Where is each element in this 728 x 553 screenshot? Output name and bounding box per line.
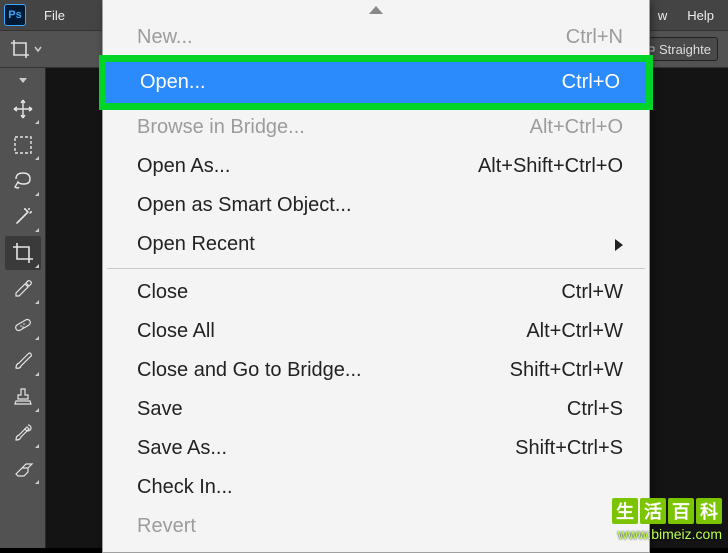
marquee-icon <box>13 135 33 155</box>
watermark-chars: 生 活 百 科 <box>612 498 722 524</box>
eraser-icon <box>12 458 34 480</box>
menu-item-close[interactable]: Close Ctrl+W <box>103 273 649 312</box>
healing-brush-tool[interactable] <box>5 308 41 342</box>
menu-item-close-all[interactable]: Close All Alt+Ctrl+W <box>103 312 649 351</box>
flyout-indicator-icon <box>35 444 39 448</box>
magic-wand-icon <box>12 206 34 228</box>
menu-shortcut: Alt+Ctrl+W <box>526 317 623 346</box>
menu-shortcut: Ctrl+W <box>561 278 623 307</box>
menu-item-open[interactable]: Open... Ctrl+O <box>106 62 646 103</box>
flyout-indicator-icon <box>35 228 39 232</box>
flyout-indicator-icon <box>35 336 39 340</box>
menu-label: New... <box>137 23 193 52</box>
brush-icon <box>12 350 34 372</box>
menu-item-new[interactable]: New... Ctrl+N <box>103 18 649 57</box>
menu-label: Open... <box>140 68 206 97</box>
menu-item-save-as[interactable]: Save As... Shift+Ctrl+S <box>103 429 649 468</box>
menu-label: Revert <box>137 512 196 541</box>
tools-panel <box>0 68 46 548</box>
menu-item-browse-bridge[interactable]: Browse in Bridge... Alt+Ctrl+O <box>103 108 649 147</box>
flyout-indicator-icon <box>35 372 39 376</box>
menu-shortcut: Alt+Shift+Ctrl+O <box>478 152 623 181</box>
app-logo: Ps <box>4 4 26 26</box>
menu-label: Browse in Bridge... <box>137 113 305 142</box>
menu-label: Open Recent <box>137 230 255 259</box>
menu-shortcut: Shift+Ctrl+W <box>510 356 623 385</box>
flyout-indicator-icon <box>35 264 39 268</box>
menu-label: Close <box>137 278 188 307</box>
menu-item-check-in[interactable]: Check In... <box>103 468 649 507</box>
menu-label: Open as Smart Object... <box>137 191 352 220</box>
watermark-char: 百 <box>668 498 694 524</box>
toolbar-expand-handle[interactable] <box>16 74 30 86</box>
move-tool[interactable] <box>5 92 41 126</box>
menu-label: Check In... <box>137 473 233 502</box>
menu-item-open-recent[interactable]: Open Recent <box>103 225 649 264</box>
watermark-char: 科 <box>696 498 722 524</box>
file-menu: New... Ctrl+N Open... Ctrl+O Browse in B… <box>102 0 650 553</box>
watermark-char: 活 <box>640 498 666 524</box>
menu-item-close-go-bridge[interactable]: Close and Go to Bridge... Shift+Ctrl+W <box>103 351 649 390</box>
menu-label: Open As... <box>137 152 230 181</box>
stamp-icon <box>12 386 34 408</box>
flyout-indicator-icon <box>35 408 39 412</box>
menu-shortcut: Ctrl+O <box>562 68 620 97</box>
crop-icon <box>10 39 30 59</box>
watermark: 生 活 百 科 www.bimeiz.com <box>612 498 722 542</box>
eraser-tool[interactable] <box>5 452 41 486</box>
collapse-arrow-icon[interactable] <box>103 4 649 18</box>
flyout-indicator-icon <box>35 480 39 484</box>
menu-help[interactable]: Help <box>677 8 724 23</box>
menu-shortcut: Alt+Ctrl+O <box>530 113 623 142</box>
app-logo-text: Ps <box>8 9 21 21</box>
lasso-tool[interactable] <box>5 164 41 198</box>
current-tool-indicator[interactable] <box>10 39 42 59</box>
watermark-char: 生 <box>612 498 638 524</box>
history-brush-icon <box>12 422 34 444</box>
menu-partial-w[interactable]: w <box>648 8 677 23</box>
magic-wand-tool[interactable] <box>5 200 41 234</box>
submenu-arrow-icon <box>615 239 623 251</box>
crop-tool[interactable] <box>5 236 41 270</box>
menu-shortcut: Ctrl+S <box>567 395 623 424</box>
flyout-indicator-icon <box>35 192 39 196</box>
menu-item-open-highlight: Open... Ctrl+O <box>99 55 653 110</box>
history-brush-tool[interactable] <box>5 416 41 450</box>
menu-label: Save <box>137 395 183 424</box>
straighten-label: Straighte <box>659 42 711 57</box>
crop-icon <box>12 242 34 264</box>
menu-item-open-smart[interactable]: Open as Smart Object... <box>103 186 649 225</box>
brush-tool[interactable] <box>5 344 41 378</box>
menu-item-open-as[interactable]: Open As... Alt+Shift+Ctrl+O <box>103 147 649 186</box>
chevron-down-icon <box>34 45 42 53</box>
flyout-indicator-icon <box>35 120 39 124</box>
watermark-url: www.bimeiz.com <box>612 526 722 542</box>
menu-separator <box>107 268 645 269</box>
eyedropper-tool[interactable] <box>5 272 41 306</box>
menu-label: Save As... <box>137 434 227 463</box>
menu-item-revert[interactable]: Revert <box>103 507 649 546</box>
menu-label: Close and Go to Bridge... <box>137 356 362 385</box>
bandage-icon <box>12 314 34 336</box>
menu-shortcut: Shift+Ctrl+S <box>515 434 623 463</box>
menu-shortcut: Ctrl+N <box>566 23 623 52</box>
flyout-indicator-icon <box>35 156 39 160</box>
menu-file[interactable]: File <box>34 8 75 23</box>
menu-item-save[interactable]: Save Ctrl+S <box>103 390 649 429</box>
menu-label: Close All <box>137 317 215 346</box>
clone-stamp-tool[interactable] <box>5 380 41 414</box>
eyedropper-icon <box>12 278 34 300</box>
move-icon <box>12 98 34 120</box>
marquee-tool[interactable] <box>5 128 41 162</box>
lasso-icon <box>12 170 34 192</box>
flyout-indicator-icon <box>35 300 39 304</box>
